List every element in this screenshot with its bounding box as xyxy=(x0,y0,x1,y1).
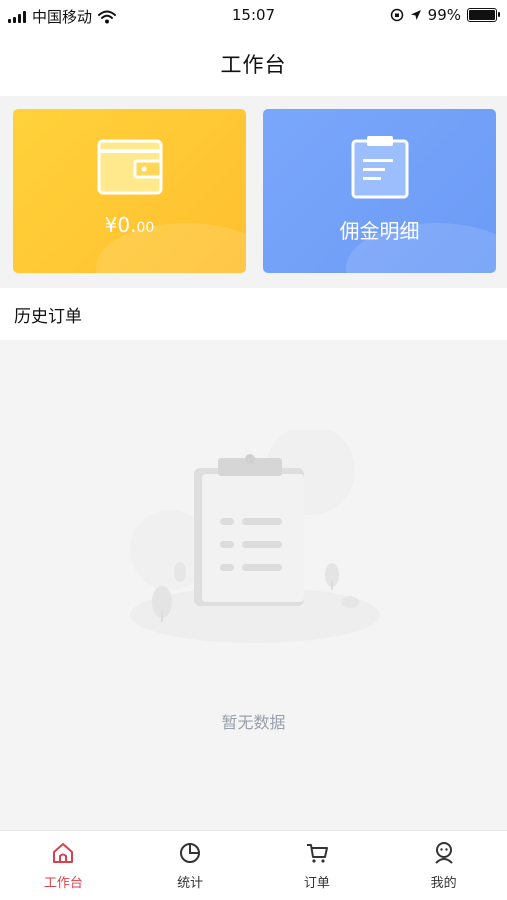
empty-state-text: 暂无数据 xyxy=(221,713,286,732)
commission-card[interactable]: 佣金明细 xyxy=(263,109,496,273)
rotation-lock-icon xyxy=(390,8,403,22)
tab-label: 统计 xyxy=(177,876,204,891)
tab-statistics[interactable]: 统计 xyxy=(127,831,254,900)
empty-state: 暂无数据 xyxy=(0,340,507,830)
home-icon xyxy=(53,843,74,863)
page-title: 工作台 xyxy=(220,53,287,77)
pie-chart-icon xyxy=(180,843,201,863)
tab-orders[interactable]: 订单 xyxy=(254,831,381,900)
tab-workbench[interactable]: 工作台 xyxy=(0,831,127,900)
wallet-card[interactable]: ¥0.00 xyxy=(13,109,246,273)
battery-percent: 99% xyxy=(427,6,461,24)
tab-label: 我的 xyxy=(430,876,457,891)
tab-label: 订单 xyxy=(303,876,330,891)
status-bar: 中国移动 15:07 99% xyxy=(0,0,507,32)
history-orders-header: 历史订单 xyxy=(0,288,507,340)
tab-label: 工作台 xyxy=(43,876,83,891)
battery-icon xyxy=(467,8,500,22)
wallet-icon xyxy=(97,139,162,195)
tab-bar: 工作台 统计 订单 我的 xyxy=(0,830,507,900)
empty-clipboard-illustration xyxy=(130,430,380,643)
clipboard-icon xyxy=(351,136,408,199)
profile-icon xyxy=(434,842,453,864)
location-icon xyxy=(410,10,421,20)
cart-icon xyxy=(306,844,328,863)
tab-mine[interactable]: 我的 xyxy=(380,831,507,900)
cards-section: ¥0.00 佣金明细 xyxy=(0,96,507,288)
nav-bar: 工作台 xyxy=(0,32,507,96)
status-right: 99% xyxy=(390,6,500,24)
history-orders-title: 历史订单 xyxy=(14,306,82,327)
